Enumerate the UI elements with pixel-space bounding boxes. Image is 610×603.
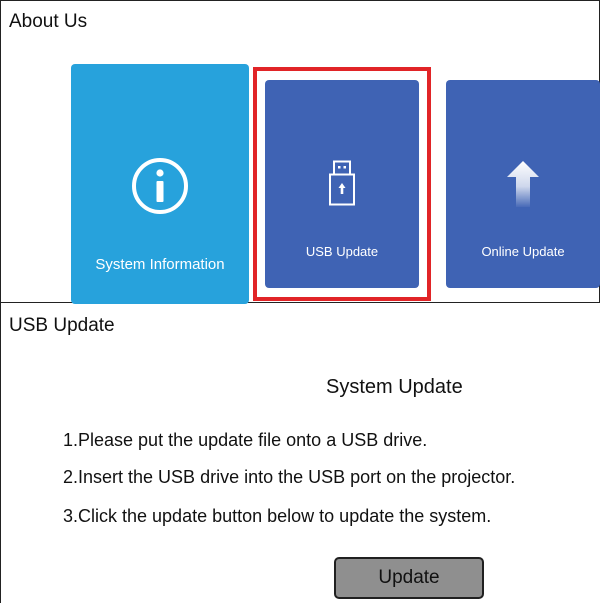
system-update-heading: System Update [326, 376, 463, 398]
selection-highlight [253, 67, 431, 301]
system-information-tile[interactable]: System Information [71, 64, 249, 304]
usb-update-panel: USB Update System Update 1.Please put th… [0, 303, 600, 603]
instruction-step-1: 1.Please put the update file onto a USB … [63, 430, 428, 450]
about-us-title: About Us [9, 11, 88, 32]
system-information-label: System Information [95, 256, 225, 273]
info-icon [132, 158, 188, 214]
update-button[interactable]: Update [334, 557, 484, 599]
online-update-tile[interactable]: Online Update [446, 80, 600, 288]
instruction-step-3: 3.Click the update button below to updat… [63, 506, 492, 526]
instruction-step-2: 2.Insert the USB drive into the USB port… [63, 467, 516, 487]
online-update-label: Online Update [481, 244, 565, 259]
upload-arrow-icon [507, 161, 539, 207]
usb-update-section-title: USB Update [9, 315, 115, 336]
